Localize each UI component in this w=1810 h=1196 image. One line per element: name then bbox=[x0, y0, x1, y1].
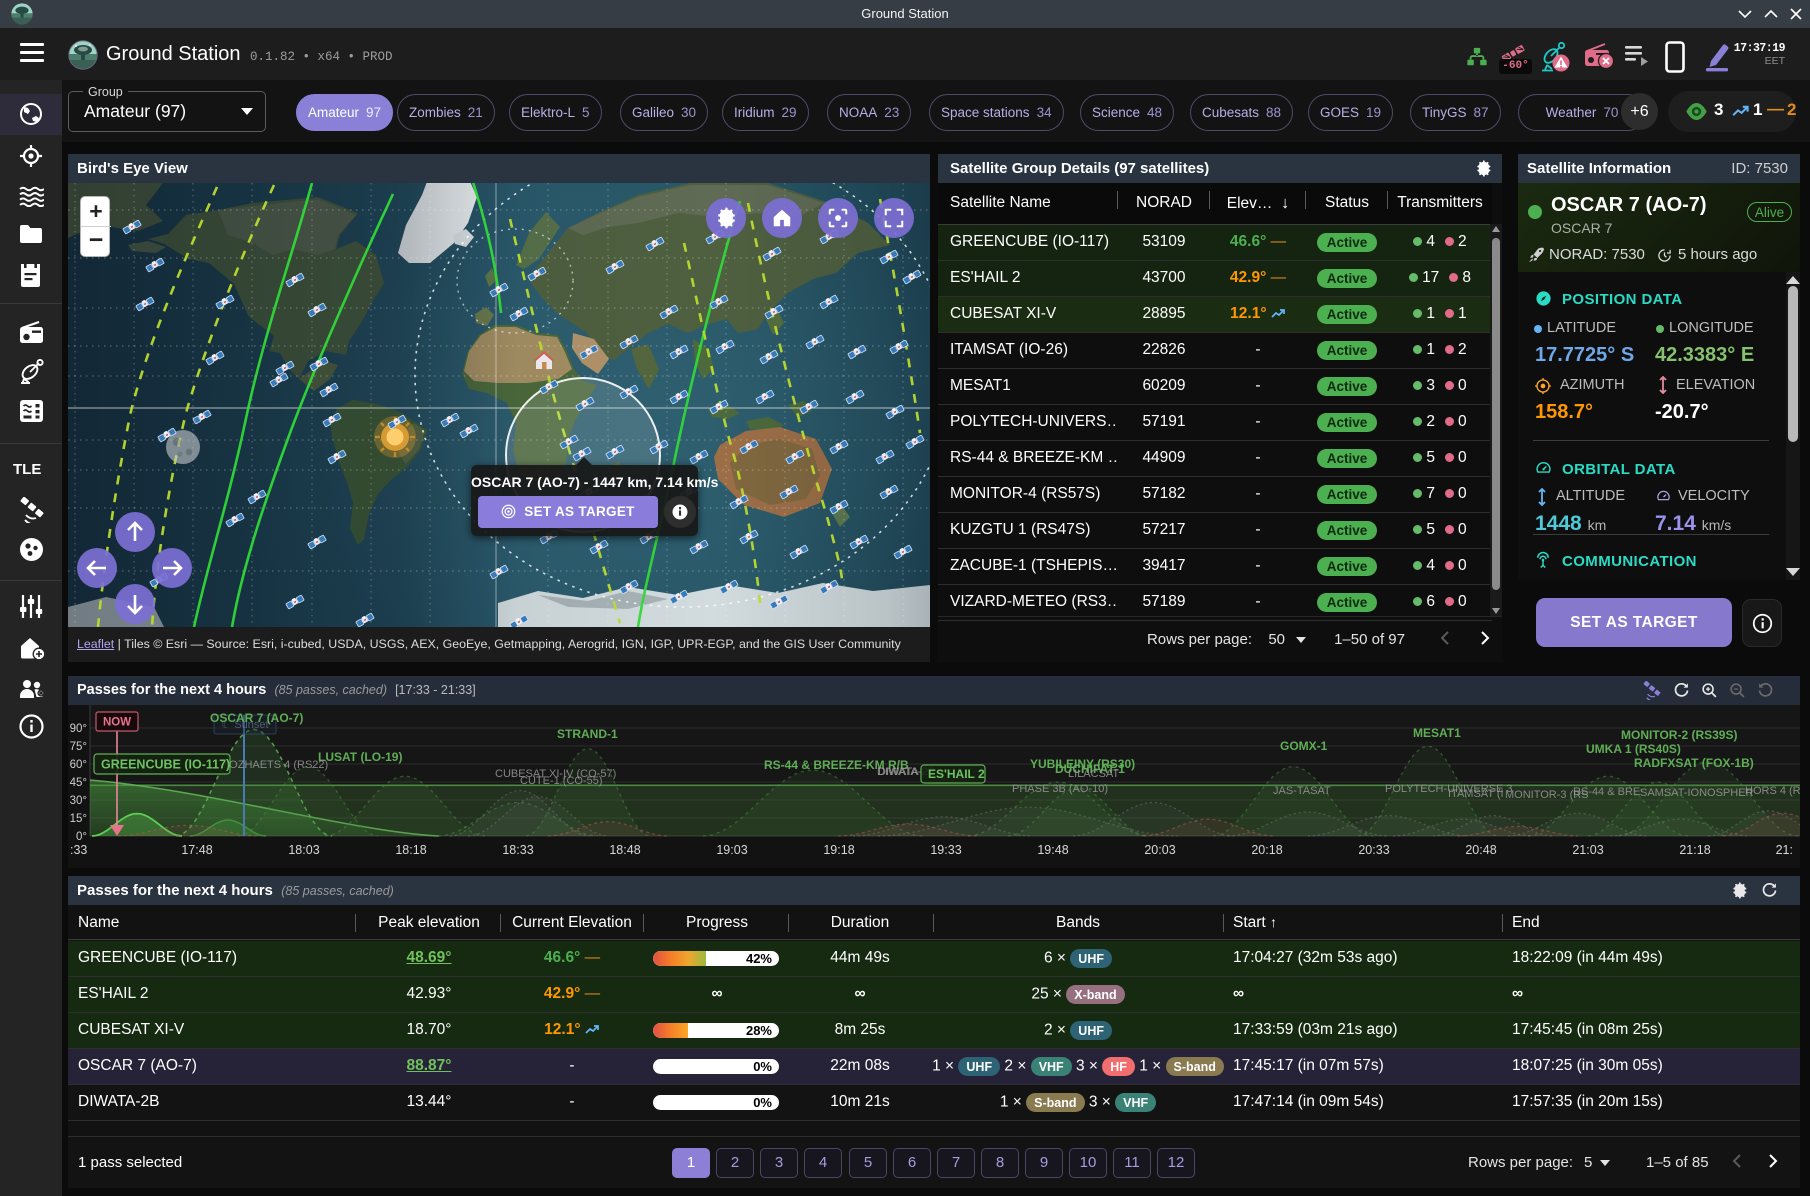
svg-text:18:18: 18:18 bbox=[395, 843, 426, 857]
svg-text:GREENCUBE (IO-117): GREENCUBE (IO-117) bbox=[101, 758, 230, 772]
svg-text:ES'HAIL 2: ES'HAIL 2 bbox=[928, 767, 985, 781]
svg-text:20:33: 20:33 bbox=[1358, 843, 1389, 857]
svg-text:20:18: 20:18 bbox=[1251, 843, 1282, 857]
svg-text:ITAMSAT (I: ITAMSAT (I bbox=[1448, 788, 1504, 800]
svg-text:17:48: 17:48 bbox=[181, 843, 212, 857]
svg-text:OSCAR 7 (AO-7): OSCAR 7 (AO-7) bbox=[210, 711, 303, 725]
svg-text:20:03: 20:03 bbox=[1144, 843, 1175, 857]
svg-text:MESAT1: MESAT1 bbox=[1413, 726, 1461, 740]
svg-text:19:48: 19:48 bbox=[1037, 843, 1068, 857]
svg-text:STRAND-1: STRAND-1 bbox=[557, 727, 618, 741]
svg-text:21:: 21: bbox=[1776, 843, 1793, 857]
svg-text:60°: 60° bbox=[70, 759, 87, 771]
svg-text:20:48: 20:48 bbox=[1465, 843, 1496, 857]
svg-text::33: :33 bbox=[70, 843, 87, 857]
svg-text:JAS-TASAT: JAS-TASAT bbox=[1273, 785, 1331, 797]
svg-text:GOMX-1: GOMX-1 bbox=[1280, 739, 1328, 753]
svg-text:RADFXSAT (FOX-1B): RADFXSAT (FOX-1B) bbox=[1634, 756, 1754, 770]
svg-text:18:48: 18:48 bbox=[609, 843, 640, 857]
svg-text:15°: 15° bbox=[70, 813, 87, 825]
svg-text:21:03: 21:03 bbox=[1572, 843, 1603, 857]
svg-text:19:03: 19:03 bbox=[716, 843, 747, 857]
svg-text:NOW: NOW bbox=[103, 717, 131, 729]
svg-text:30°: 30° bbox=[70, 795, 87, 807]
svg-text:CUTE-1 (CO-55): CUTE-1 (CO-55) bbox=[520, 775, 603, 787]
svg-text:45°: 45° bbox=[70, 777, 87, 789]
svg-text:19:18: 19:18 bbox=[823, 843, 854, 857]
svg-text:RS-44 & BRE: RS-44 & BRE bbox=[1573, 786, 1640, 798]
svg-text:21:18: 21:18 bbox=[1679, 843, 1710, 857]
svg-text:UMKA 1 (RS40S): UMKA 1 (RS40S) bbox=[1586, 742, 1681, 756]
svg-text:75°: 75° bbox=[70, 741, 87, 753]
svg-text:LUSAT (LO-19): LUSAT (LO-19) bbox=[318, 750, 402, 764]
svg-text:LILACSAT: LILACSAT bbox=[1068, 768, 1119, 780]
svg-text:PHASE 3B (AO-10): PHASE 3B (AO-10) bbox=[1012, 783, 1108, 795]
svg-text:SAMSAT-IONOSPHER: SAMSAT-IONOSPHER bbox=[1640, 787, 1754, 799]
svg-text:MOZHAETS 4 (RS22): MOZHAETS 4 (RS22) bbox=[220, 759, 328, 771]
svg-text:0°: 0° bbox=[76, 831, 87, 843]
svg-text:18:33: 18:33 bbox=[502, 843, 533, 857]
svg-text:90°: 90° bbox=[70, 723, 87, 735]
svg-text:18:03: 18:03 bbox=[288, 843, 319, 857]
svg-text:19:33: 19:33 bbox=[930, 843, 961, 857]
svg-text:HORS 4 (R: HORS 4 (R bbox=[1745, 785, 1800, 797]
svg-text:MONITOR-2 (RS39S): MONITOR-2 (RS39S) bbox=[1621, 728, 1737, 742]
